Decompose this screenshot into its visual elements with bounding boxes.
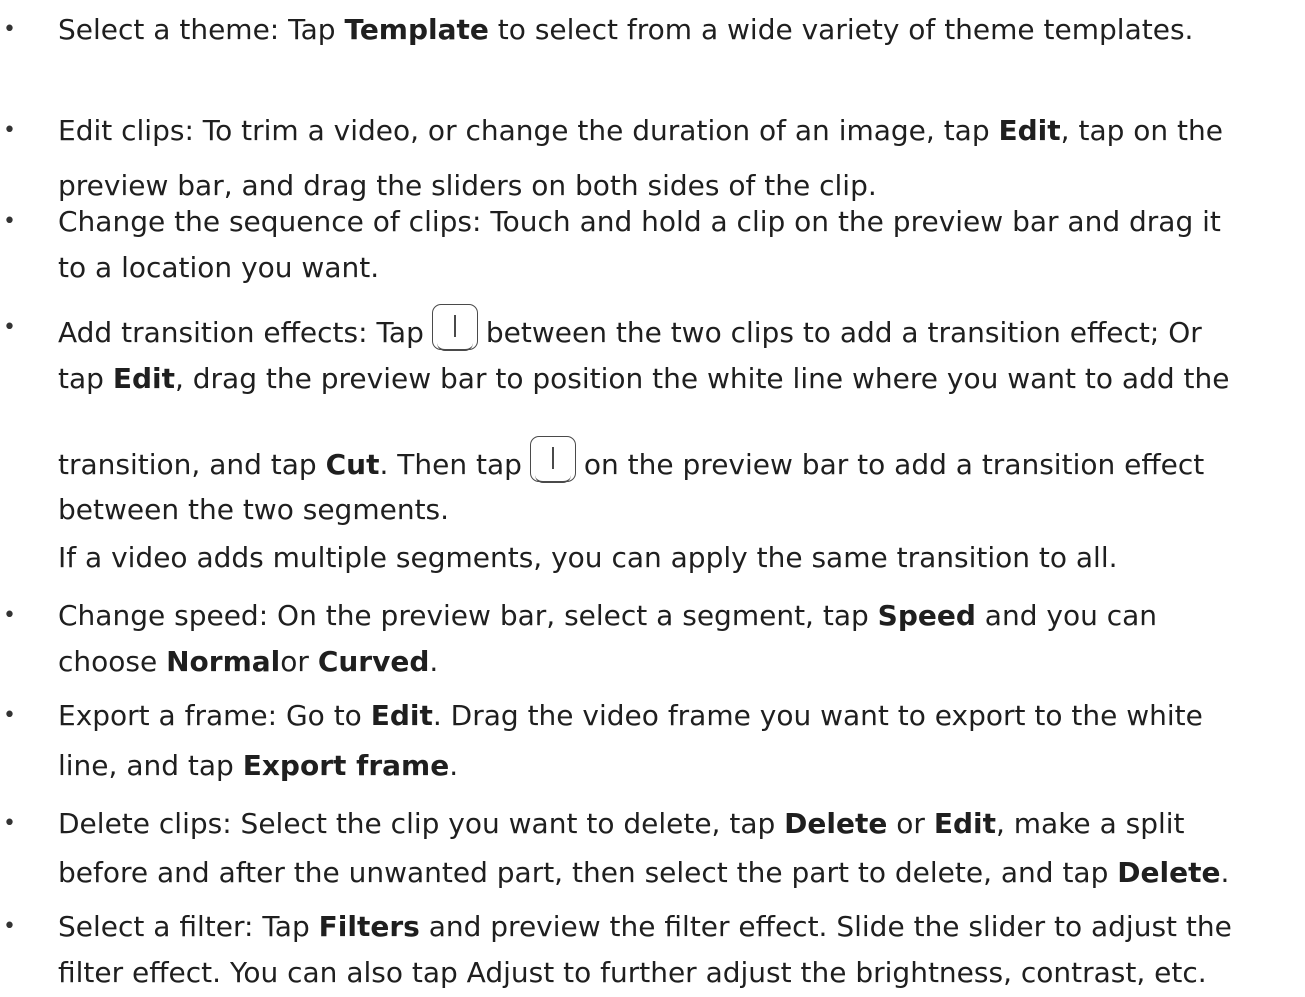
- text-run: . Drag the video frame you want to expor…: [432, 699, 1203, 732]
- text-run: on the preview bar to add a transition e…: [583, 448, 1205, 481]
- text-run: . Then tap: [379, 448, 522, 481]
- text-run: Export a frame: Go to: [58, 699, 371, 732]
- text-run: , tap on the: [1060, 114, 1224, 147]
- bullet-dot: •: [3, 603, 16, 628]
- list-item-line: tap Edit, drag the preview bar to positi…: [58, 355, 1229, 403]
- text-run: to select from a wide variety of theme t…: [488, 13, 1194, 46]
- text-run: or: [280, 645, 318, 678]
- list-item-line: Edit clips: To trim a video, or change t…: [58, 107, 1223, 155]
- text-run: Add transition effects: Tap: [58, 316, 424, 349]
- bullet-dot: •: [3, 811, 16, 836]
- text-run: Select a theme: Tap: [58, 13, 345, 46]
- text-run: Edit clips: To trim a video, or change t…: [58, 114, 999, 147]
- bold-term: Delete: [784, 807, 888, 840]
- text-run: transition, and tap: [58, 448, 326, 481]
- text-run: between the two segments.: [58, 493, 450, 526]
- text-run: If a video adds multiple segments, you c…: [58, 541, 1118, 574]
- text-run: Select a filter: Tap: [58, 910, 319, 943]
- list-item-line: choose Normalor Curved.: [58, 638, 438, 686]
- text-run: tap: [58, 362, 113, 395]
- text-run: and you can: [975, 599, 1158, 632]
- list-item-line: transition, and tap Cut. Then tap on the …: [58, 436, 1204, 484]
- bold-term: Cut: [325, 448, 380, 481]
- list-item-line: If a video adds multiple segments, you c…: [58, 534, 1118, 582]
- list-item-line: line, and tap Export frame.: [58, 742, 458, 790]
- bullet-dot: •: [3, 209, 16, 234]
- list-item-line: Change the sequence of clips: Touch and …: [58, 198, 1221, 246]
- list-item-line: between the two segments.: [58, 486, 449, 534]
- text-run: and preview the filter effect. Slide the…: [419, 910, 1232, 943]
- text-run: line, and tap: [58, 749, 243, 782]
- list-item-line: Select a theme: Tap Template to select f…: [58, 6, 1193, 54]
- transition-button-icon: [431, 304, 478, 351]
- bold-term: Speed: [877, 599, 976, 632]
- bold-term: Edit: [112, 362, 175, 395]
- text-run: .: [429, 645, 439, 678]
- text-run: Change the sequence of clips: Touch and …: [58, 205, 1221, 238]
- bold-term: Template: [344, 13, 489, 46]
- bold-term: Normal: [166, 645, 281, 678]
- list-item-line: Select a filter: Tap Filters and preview…: [58, 903, 1232, 951]
- bold-term: Export frame: [242, 749, 450, 782]
- bullet-dot: •: [3, 914, 16, 939]
- bold-term: Edit: [370, 699, 433, 732]
- text-run: or: [887, 807, 934, 840]
- bullet-dot: •: [3, 118, 16, 143]
- bold-term: Filters: [318, 910, 420, 943]
- text-run: .: [1220, 856, 1230, 889]
- text-run: Change speed: On the preview bar, select…: [58, 599, 878, 632]
- text-run: Delete clips: Select the clip you want t…: [58, 807, 785, 840]
- list-item-line: Delete clips: Select the clip you want t…: [58, 800, 1185, 848]
- list-item-line: Add transition effects: Tap between the t…: [58, 304, 1202, 352]
- text-run: .: [449, 749, 459, 782]
- bullet-dot: •: [3, 315, 16, 340]
- list-item-line: Export a frame: Go to Edit. Drag the vid…: [58, 692, 1203, 740]
- bullet-dot: •: [3, 703, 16, 728]
- bold-term: Delete: [1117, 856, 1221, 889]
- list-item-line: before and after the unwanted part, then…: [58, 849, 1229, 897]
- text-run: between the two clips to add a transitio…: [485, 316, 1202, 349]
- text-run: choose: [58, 645, 167, 678]
- bold-term: Curved: [317, 645, 430, 678]
- list-item-line: Change speed: On the preview bar, select…: [58, 592, 1157, 640]
- bold-term: Edit: [998, 114, 1061, 147]
- text-run: before and after the unwanted part, then…: [58, 856, 1118, 889]
- list-item-line: filter effect. You can also tap Adjust t…: [58, 949, 1207, 997]
- text-run: , drag the preview bar to position the w…: [174, 362, 1230, 395]
- transition-button-icon: [529, 436, 576, 483]
- list-item-line: to a location you want.: [58, 244, 379, 292]
- text-run: filter effect. You can also tap Adjust t…: [58, 956, 1207, 989]
- text-run: to a location you want.: [58, 251, 380, 284]
- text-run: , make a split: [995, 807, 1185, 840]
- bullet-dot: •: [3, 17, 16, 42]
- bold-term: Edit: [933, 807, 996, 840]
